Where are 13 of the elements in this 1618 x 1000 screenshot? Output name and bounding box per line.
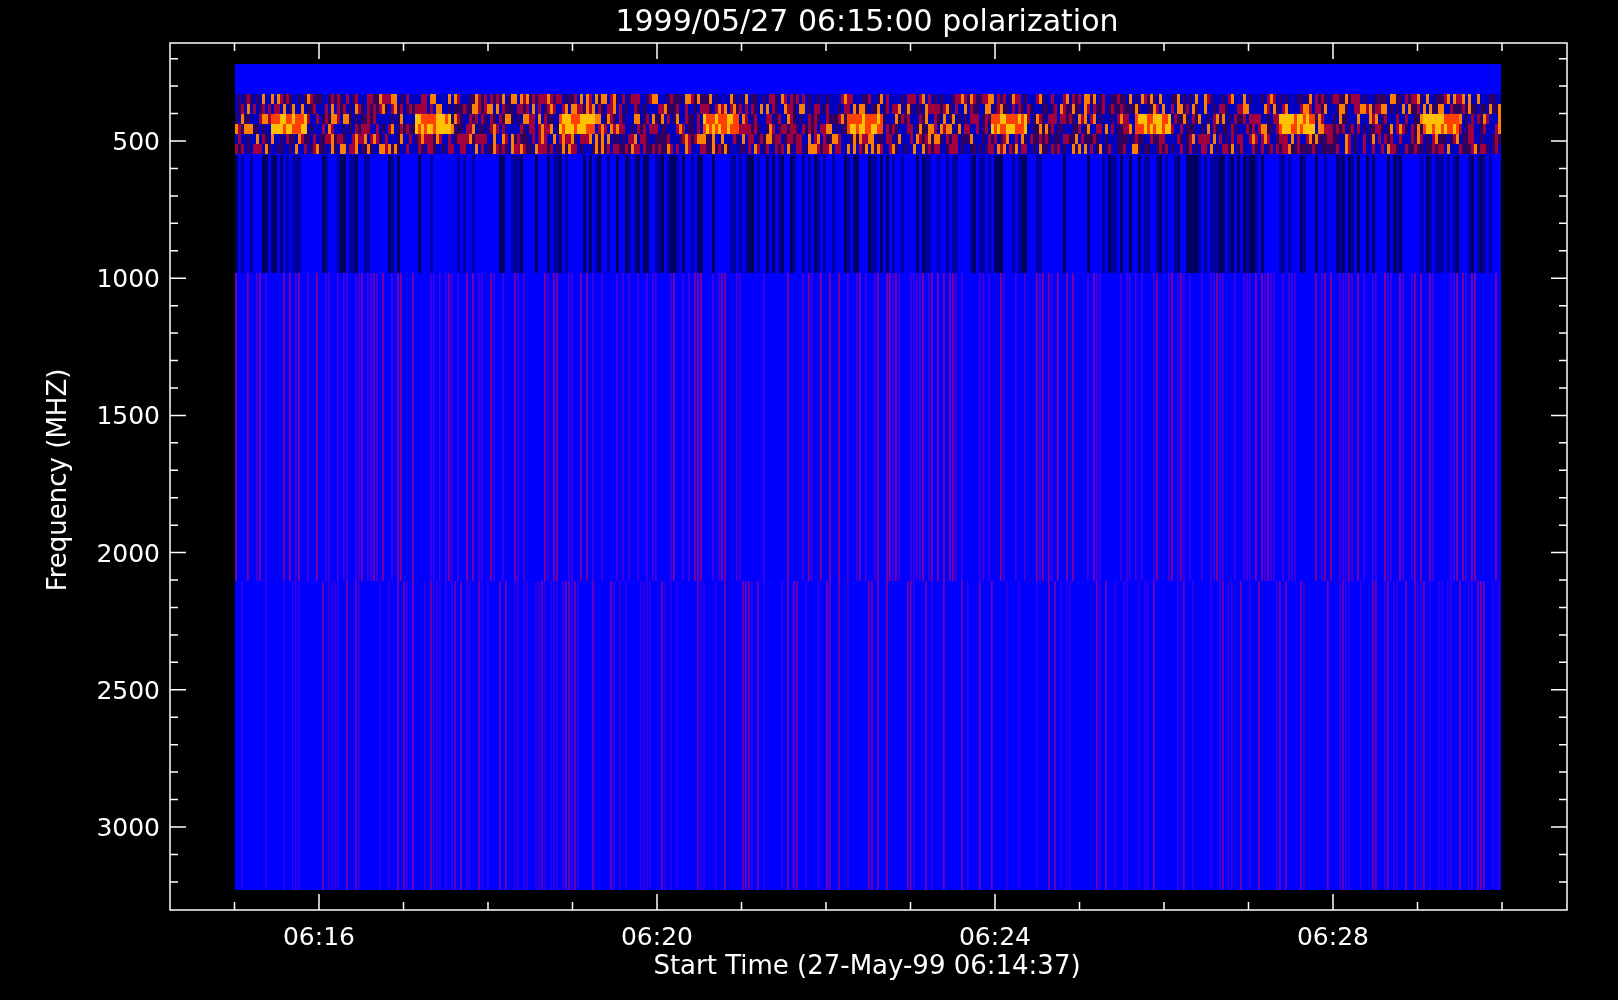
plot-title: 1999/05/27 06:15:00 polarization <box>615 3 1119 38</box>
y-axis-label: Frequency (MHZ) <box>42 368 72 592</box>
y-tick-label: 3000 <box>96 813 160 842</box>
x-tick-label: 06:20 <box>621 922 693 951</box>
x-axis-label: Start Time (27-May-99 06:14:37) <box>653 950 1081 980</box>
x-tick-label: 06:24 <box>959 922 1031 951</box>
y-tick-label: 2000 <box>96 538 160 568</box>
y-tick-label: 500 <box>112 127 160 156</box>
y-tick-label: 1500 <box>96 401 160 431</box>
y-tick-label: 2500 <box>96 675 160 705</box>
x-tick-label: 06:16 <box>283 922 355 951</box>
x-tick-label: 06:28 <box>1297 922 1369 951</box>
y-tick-label: 1000 <box>96 264 160 294</box>
